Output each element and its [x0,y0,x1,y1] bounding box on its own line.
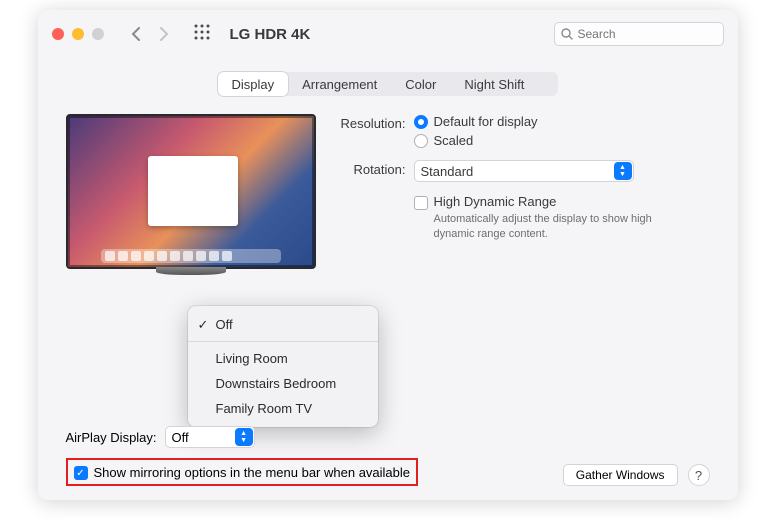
content-area: Resolution: Default for display Scaled R… [38,96,738,269]
monitor-icon [66,114,316,269]
zoom-icon [92,28,104,40]
airplay-row: AirPlay Display: Off ▲▼ [66,426,710,448]
preview-dock [101,249,281,263]
show-all-icon[interactable] [194,24,210,45]
menu-separator [188,341,378,342]
airplay-menu-item-living-room[interactable]: Living Room [188,346,378,371]
chevron-updown-icon: ▲▼ [235,428,253,446]
airplay-select[interactable]: Off ▲▼ [165,426,255,448]
preferences-window: LG HDR 4K Display Arrangement Color Nigh… [38,10,738,500]
help-button[interactable]: ? [688,464,710,486]
resolution-scaled-radio[interactable]: Scaled [414,133,710,148]
radio-icon [414,115,428,129]
radio-label: Default for display [434,114,538,129]
tab-bar: Display Arrangement Color Night Shift [218,72,558,96]
airplay-label: AirPlay Display: [66,430,157,445]
radio-label: Scaled [434,133,474,148]
search-icon [561,28,573,40]
checkbox-icon [414,196,428,210]
select-value: Off [172,430,189,445]
hdr-hint: Automatically adjust the display to show… [434,212,664,242]
resolution-label: Resolution: [336,114,414,131]
select-value: Standard [421,164,474,179]
tab-arrangement[interactable]: Arrangement [288,72,391,96]
chevron-updown-icon: ▲▼ [614,162,632,180]
minimize-icon[interactable] [72,28,84,40]
settings-panel: Resolution: Default for display Scaled R… [336,114,710,269]
window-title: LG HDR 4K [230,26,311,43]
forward-button [152,22,176,46]
tab-color[interactable]: Color [391,72,450,96]
search-field[interactable] [554,22,724,46]
radio-icon [414,134,428,148]
rotation-label: Rotation: [336,160,414,177]
gather-windows-button[interactable]: Gather Windows [563,464,678,486]
airplay-menu-item-family-room[interactable]: Family Room TV [188,396,378,421]
airplay-menu-item-downstairs[interactable]: Downstairs Bedroom [188,371,378,396]
airplay-menu-item-off[interactable]: Off [188,312,378,337]
tab-night-shift[interactable]: Night Shift [450,72,538,96]
search-input[interactable] [578,27,717,41]
hdr-label: High Dynamic Range [434,194,664,209]
rotation-select[interactable]: Standard ▲▼ [414,160,634,182]
airplay-menu: Off Living Room Downstairs Bedroom Famil… [188,306,378,427]
close-icon[interactable] [52,28,64,40]
preview-window [148,156,238,226]
display-preview [66,114,316,269]
traffic-lights [52,28,104,40]
mirroring-label[interactable]: Show mirroring options in the menu bar w… [94,465,411,480]
hdr-checkbox[interactable]: High Dynamic Range Automatically adjust … [414,194,710,242]
mirroring-checkbox-highlight: ✓ Show mirroring options in the menu bar… [66,458,419,486]
tab-display[interactable]: Display [218,72,289,96]
nav-buttons [124,22,176,46]
back-button[interactable] [124,22,148,46]
resolution-default-radio[interactable]: Default for display [414,114,710,129]
bottom-panel: AirPlay Display: Off ▲▼ ✓ Show mirroring… [66,426,710,486]
checkbox-icon[interactable]: ✓ [74,466,88,480]
titlebar: LG HDR 4K [38,10,738,58]
